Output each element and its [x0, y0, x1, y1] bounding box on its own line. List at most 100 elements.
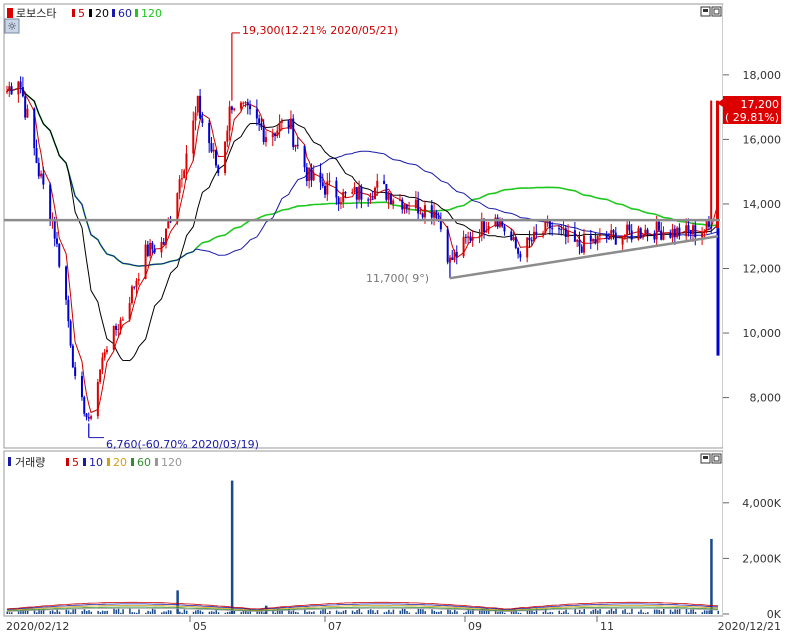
candle-body: [133, 286, 136, 288]
volume-bar: [151, 608, 154, 614]
volume-bar: [578, 609, 581, 614]
candle-body: [451, 257, 454, 261]
candle-body: [419, 213, 422, 215]
candle-body: [455, 252, 458, 257]
volume-bar: [147, 610, 149, 614]
candle-body: [292, 118, 295, 148]
volume-bar: [576, 612, 579, 614]
volume-tick-label: 2,000K: [742, 552, 781, 565]
volume-bar: [385, 611, 388, 614]
candle-body: [149, 242, 152, 256]
title-marker: [7, 8, 13, 18]
candle-body: [233, 108, 236, 110]
candle-body: [180, 178, 183, 180]
candle-body: [471, 236, 474, 241]
maximize-icon[interactable]: [711, 6, 722, 17]
candle-body: [271, 133, 274, 138]
volume-bar: [240, 612, 242, 614]
candle-body: [326, 181, 329, 195]
volume-bar: [669, 609, 672, 614]
candle-body: [214, 149, 217, 166]
candle-body: [358, 186, 361, 200]
candle-body: [401, 199, 404, 210]
volume-bar: [417, 608, 420, 614]
candle-body: [448, 257, 451, 263]
volume-bar: [70, 612, 72, 614]
candle-body: [705, 221, 708, 231]
candle-body: [319, 172, 322, 183]
volume-maximize-icon[interactable]: [711, 453, 722, 464]
candle-body: [26, 108, 29, 118]
candle-body: [385, 184, 388, 200]
candle-body: [694, 225, 697, 238]
candle-body: [121, 319, 124, 321]
volume-bar: [131, 612, 133, 614]
candle-body: [135, 280, 138, 288]
volume-bar: [690, 609, 692, 614]
x-tick-start: 2020/02/12: [6, 620, 69, 633]
candle-body: [280, 120, 283, 123]
candle-body: [160, 241, 163, 253]
price-tick-label: 18,000: [743, 69, 782, 82]
volume-tick-label: 4,000K: [742, 497, 781, 510]
volume-bar: [551, 612, 554, 614]
candle-body: [228, 106, 231, 131]
volume-bar: [351, 610, 354, 614]
candle-body: [128, 303, 131, 320]
volume-bar: [313, 611, 315, 614]
candle-body: [701, 232, 704, 238]
volume-bar: [113, 608, 115, 614]
volume-bar: [440, 610, 442, 614]
candle-body: [628, 224, 631, 231]
volume-bar: [358, 608, 361, 614]
volume-bar: [388, 609, 390, 614]
candle-body: [294, 144, 297, 148]
volume-bar: [36, 612, 38, 614]
candle-body: [487, 225, 490, 231]
candle-body: [369, 198, 372, 201]
candle-body: [35, 148, 38, 163]
volume-bar: [662, 608, 665, 614]
candle-body: [503, 226, 506, 232]
volume-bar: [338, 611, 340, 614]
volume-bar: [644, 612, 647, 614]
candle-body: [544, 221, 547, 233]
chart-canvas: 18,000 16,000 14,000 12,000 10,000 8,000 4,00…: [3, 3, 782, 633]
volume-bar: [517, 612, 520, 614]
volume-bar: [135, 612, 138, 614]
vol-legend-5: 5: [72, 456, 79, 469]
vol-legend-60: 60: [137, 456, 151, 469]
candle-body: [176, 193, 179, 223]
candle-body: [167, 221, 170, 229]
candle-body: [115, 325, 118, 330]
candle-body: [673, 228, 676, 238]
volume-bar: [356, 610, 358, 614]
candle-body: [242, 102, 245, 104]
candle-body: [435, 211, 438, 219]
candle-body: [389, 193, 392, 205]
x-tick-05: 05: [193, 620, 207, 633]
volume-bar: [101, 610, 104, 614]
volume-bar: [263, 612, 265, 614]
settings-icon[interactable]: ☼: [4, 18, 20, 34]
candle-body: [562, 228, 565, 230]
candle-body: [312, 172, 315, 181]
volume-bar: [533, 612, 536, 614]
candle-body: [201, 118, 204, 123]
volume-bar: [549, 611, 551, 614]
volume-bar: [706, 610, 708, 614]
candle-body: [626, 224, 629, 236]
candle-body: [653, 233, 656, 240]
candle-body: [646, 229, 649, 234]
volume-bar: [590, 611, 592, 614]
vol-legend-10: 10: [89, 456, 103, 469]
candle-body: [519, 253, 522, 258]
volume-spike-bar: [176, 590, 179, 614]
candle-body: [217, 165, 220, 174]
volume-bar: [74, 608, 77, 614]
volume-bar: [622, 610, 624, 614]
candle-body: [573, 230, 576, 242]
candle-body: [707, 221, 710, 227]
volume-bar: [433, 610, 436, 614]
volume-bar: [160, 612, 163, 614]
